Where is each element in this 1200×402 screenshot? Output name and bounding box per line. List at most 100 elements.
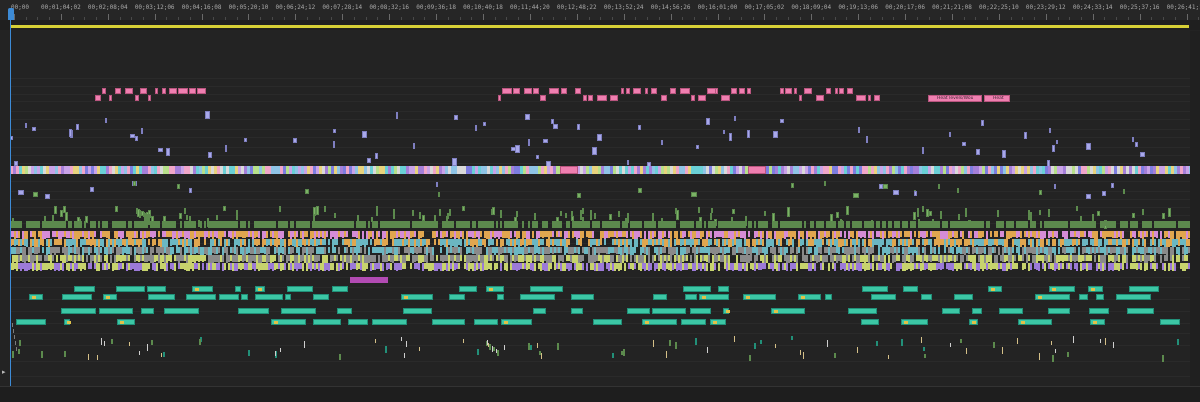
- audio-clip[interactable]: [1118, 255, 1120, 262]
- audio-clip[interactable]: [728, 247, 730, 253]
- audio-clip[interactable]: [1090, 255, 1092, 261]
- audio-clip[interactable]: [460, 247, 462, 255]
- video-clip[interactable]: [200, 221, 202, 228]
- audio-clip[interactable]: [88, 354, 89, 360]
- video-clip[interactable]: [744, 221, 746, 228]
- video-clip[interactable]: [439, 209, 441, 216]
- video-clip[interactable]: [691, 95, 695, 101]
- video-clip[interactable]: [739, 88, 745, 94]
- video-clip[interactable]: [583, 95, 587, 101]
- audio-clip[interactable]: [846, 239, 848, 246]
- audio-clip[interactable]: [1049, 286, 1075, 292]
- audio-clip[interactable]: [1186, 255, 1188, 261]
- audio-clip[interactable]: [982, 231, 984, 237]
- video-clip[interactable]: [169, 88, 177, 94]
- video-clip[interactable]: [115, 206, 118, 212]
- audio-clip[interactable]: [1129, 286, 1159, 292]
- audio-clip[interactable]: [84, 263, 86, 270]
- audio-clip[interactable]: [390, 263, 392, 270]
- audio-clip[interactable]: [504, 345, 505, 350]
- audio-clip[interactable]: [1154, 255, 1156, 262]
- audio-clip[interactable]: [760, 340, 762, 344]
- video-clip[interactable]: [893, 190, 899, 195]
- audio-clip[interactable]: [708, 255, 710, 263]
- video-clip[interactable]: [1126, 221, 1128, 228]
- audio-clip[interactable]: [1126, 255, 1128, 263]
- track-area[interactable]: Heat levels/Wou Heat: [10, 31, 1200, 386]
- audio-clip[interactable]: [600, 239, 602, 245]
- video-clip[interactable]: [208, 152, 212, 158]
- video-clip[interactable]: [98, 221, 100, 228]
- audio-clip[interactable]: [86, 255, 88, 262]
- audio-clip[interactable]: [1160, 231, 1162, 239]
- audio-clip[interactable]: [97, 355, 98, 360]
- audio-clip[interactable]: [1056, 231, 1058, 238]
- audio-clip[interactable]: [912, 255, 914, 262]
- audio-clip[interactable]: [172, 247, 174, 254]
- video-clip[interactable]: [368, 221, 370, 228]
- audio-clip[interactable]: [82, 255, 84, 262]
- audio-clip[interactable]: [690, 255, 692, 262]
- audio-clip[interactable]: [366, 263, 368, 269]
- audio-clip[interactable]: [582, 231, 584, 238]
- audio-clip[interactable]: [1116, 294, 1151, 300]
- audio-clip[interactable]: [921, 294, 932, 300]
- audio-clip[interactable]: [710, 319, 726, 325]
- audio-clip[interactable]: [266, 231, 268, 238]
- audio-clip[interactable]: [766, 247, 768, 254]
- audio-clip[interactable]: [370, 239, 372, 245]
- audio-clip[interactable]: [41, 351, 43, 358]
- video-clip[interactable]: [1076, 206, 1078, 211]
- audio-clip[interactable]: [664, 247, 666, 253]
- audio-clip[interactable]: [76, 239, 78, 247]
- video-clip[interactable]: [938, 221, 940, 228]
- audio-clip[interactable]: [734, 336, 735, 342]
- audio-clip[interactable]: [146, 247, 148, 253]
- audio-clip[interactable]: [460, 239, 462, 246]
- video-clip[interactable]: [878, 221, 880, 228]
- video-clip[interactable]: [177, 184, 180, 189]
- audio-clip[interactable]: [502, 239, 504, 246]
- audio-clip[interactable]: [284, 247, 286, 255]
- audio-clip[interactable]: [623, 349, 625, 356]
- audio-clip[interactable]: [446, 231, 448, 237]
- audio-clip[interactable]: [748, 231, 750, 237]
- video-clip[interactable]: [822, 221, 824, 228]
- audio-clip[interactable]: [170, 255, 172, 262]
- video-clip[interactable]: [1024, 132, 1027, 139]
- audio-clip[interactable]: [42, 247, 44, 253]
- audio-clip[interactable]: [938, 247, 940, 254]
- audio-clip[interactable]: [1078, 247, 1080, 255]
- audio-clip[interactable]: [624, 263, 626, 271]
- audio-clip[interactable]: [199, 339, 201, 345]
- video-clip[interactable]: [474, 221, 476, 228]
- video-clip[interactable]: [698, 95, 706, 101]
- audio-clip[interactable]: [1100, 239, 1102, 246]
- audio-clip[interactable]: [748, 239, 750, 247]
- audio-clip[interactable]: [798, 294, 821, 300]
- video-clip[interactable]: [626, 221, 628, 228]
- audio-clip[interactable]: [151, 340, 153, 345]
- video-clip[interactable]: [732, 209, 735, 214]
- audio-clip[interactable]: [718, 263, 720, 271]
- audio-clip[interactable]: [1035, 294, 1070, 300]
- audio-clip[interactable]: [128, 255, 130, 261]
- video-clip[interactable]: [922, 147, 924, 154]
- video-clip[interactable]: [598, 221, 600, 228]
- audio-clip[interactable]: [528, 231, 530, 239]
- audio-clip[interactable]: [884, 255, 886, 263]
- video-clip[interactable]: [184, 208, 186, 214]
- video-clip[interactable]: [516, 221, 518, 228]
- audio-clip[interactable]: [62, 294, 92, 300]
- audio-clip[interactable]: [459, 286, 477, 292]
- audio-clip[interactable]: [378, 231, 380, 237]
- audio-clip[interactable]: [554, 255, 556, 263]
- audio-clip[interactable]: [497, 294, 504, 300]
- audio-clip[interactable]: [326, 231, 328, 237]
- video-clip[interactable]: [189, 88, 196, 94]
- audio-clip[interactable]: [670, 231, 672, 239]
- audio-clip[interactable]: [914, 231, 916, 237]
- audio-clip[interactable]: [434, 239, 436, 245]
- audio-clip[interactable]: [144, 239, 146, 247]
- audio-clip[interactable]: [676, 231, 678, 239]
